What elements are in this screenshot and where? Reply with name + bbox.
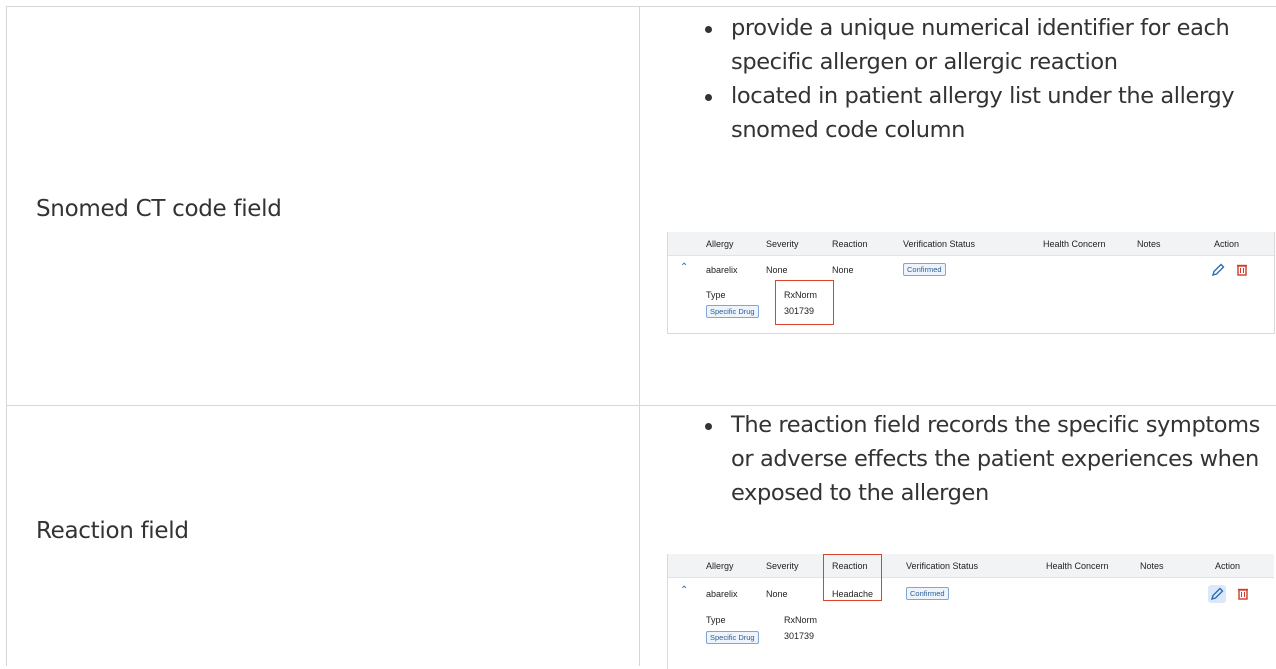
field-description-cell: The reaction field records the specific …: [640, 406, 1276, 669]
cell-reaction: None: [832, 265, 854, 275]
verification-badge: Confirmed: [906, 587, 949, 600]
verification-badge: Confirmed: [903, 263, 946, 276]
cell-allergy: abarelix: [706, 589, 738, 599]
chevron-up-icon[interactable]: ⌃: [680, 585, 688, 596]
header-health-concern: Health Concern: [1046, 561, 1109, 571]
highlight-box: [775, 280, 834, 325]
description-list: The reaction field records the specific …: [695, 408, 1276, 510]
header-notes: Notes: [1137, 239, 1161, 249]
table-row-snomed: Snomed CT code field provide a unique nu…: [6, 6, 1276, 406]
header-allergy: Allergy: [706, 239, 734, 249]
pencil-icon[interactable]: [1208, 585, 1226, 603]
cell-severity: None: [766, 589, 788, 599]
header-reaction: Reaction: [832, 239, 868, 249]
field-name-cell: Snomed CT code field: [7, 7, 640, 405]
header-notes: Notes: [1140, 561, 1164, 571]
allergy-table-header: Allergy Severity Reaction Verification S…: [668, 232, 1274, 256]
cell-severity: None: [766, 265, 788, 275]
trash-icon[interactable]: [1234, 585, 1252, 603]
allergy-list-screenshot: Allergy Severity Reaction Verification S…: [667, 232, 1275, 334]
table-row-reaction: Reaction field The reaction field record…: [6, 405, 1276, 669]
list-item: provide a unique numerical identifier fo…: [705, 11, 1276, 79]
detail-rxnorm-label: RxNorm: [784, 615, 817, 625]
type-badge: Specific Drug: [706, 631, 759, 644]
detail-rxnorm-value: 301739: [784, 631, 815, 641]
detail-type-label: Type: [706, 615, 726, 625]
header-health-concern: Health Concern: [1043, 239, 1106, 249]
field-name-cell: Reaction field: [7, 406, 640, 666]
cell-allergy: abarelix: [706, 265, 738, 275]
header-action: Action: [1215, 561, 1241, 571]
field-label: Reaction field: [36, 518, 189, 544]
field-label: Snomed CT code field: [36, 196, 282, 222]
header-verification-status: Verification Status: [906, 561, 979, 571]
pencil-icon[interactable]: [1209, 261, 1227, 279]
chevron-up-icon[interactable]: ⌃: [680, 262, 688, 273]
list-item: located in patient allergy list under th…: [705, 79, 1276, 147]
list-item: The reaction field records the specific …: [705, 408, 1276, 510]
description-list: provide a unique numerical identifier fo…: [695, 11, 1276, 147]
field-description-cell: provide a unique numerical identifier fo…: [640, 7, 1276, 405]
highlight-box: [823, 554, 882, 601]
header-severity: Severity: [766, 561, 799, 571]
documentation-table: Snomed CT code field provide a unique nu…: [6, 6, 1276, 669]
detail-type-label: Type: [706, 290, 726, 300]
header-action: Action: [1214, 239, 1240, 249]
header-verification-status: Verification Status: [903, 239, 976, 249]
header-allergy: Allergy: [706, 561, 734, 571]
type-badge: Specific Drug: [706, 305, 759, 318]
allergy-table-header: Allergy Severity Reaction Verification S…: [668, 554, 1274, 578]
header-severity: Severity: [766, 239, 799, 249]
allergy-list-screenshot: Allergy Severity Reaction Verification S…: [667, 554, 1274, 669]
trash-icon[interactable]: [1233, 261, 1251, 279]
